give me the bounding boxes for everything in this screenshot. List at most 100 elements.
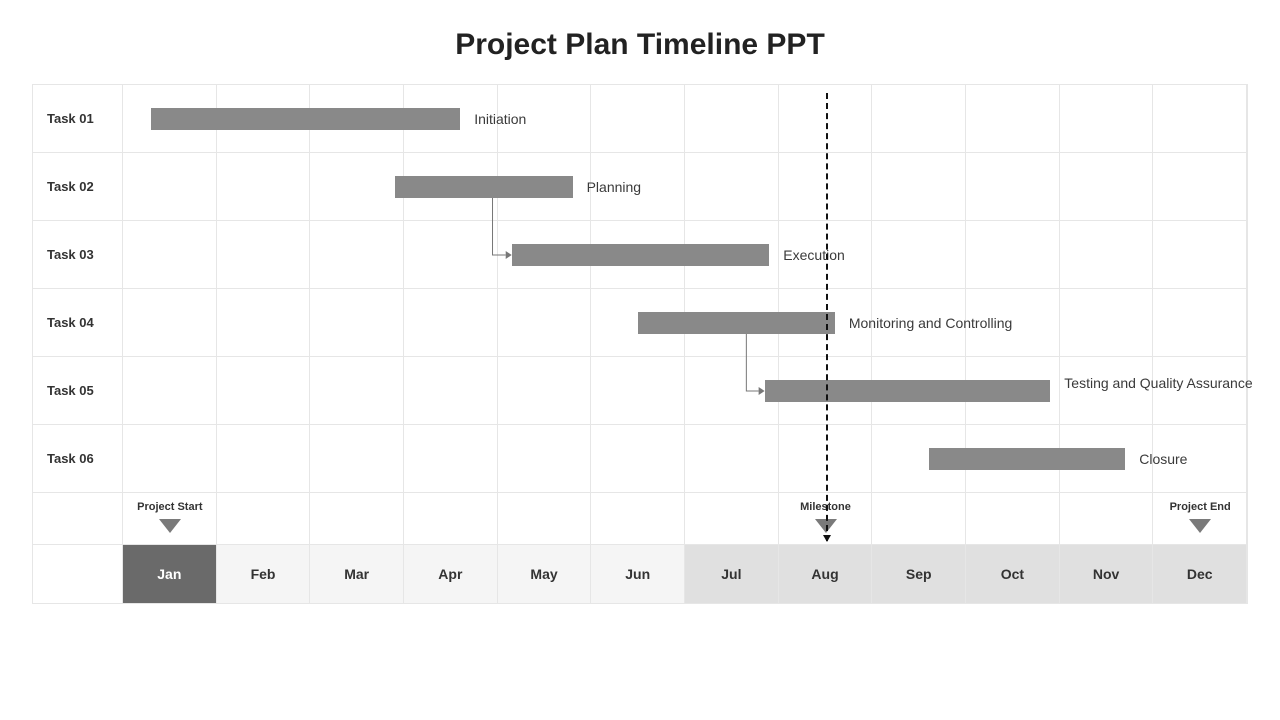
task-row: Task 01 Initiation [33, 85, 1247, 153]
gantt-chart: Task 01 Initiation Task 02 Planning Task 03 E… [32, 84, 1248, 604]
grid-cell [591, 493, 685, 544]
grid-cell [404, 357, 498, 424]
grid-cell [685, 425, 779, 492]
grid-cell [217, 221, 311, 288]
grid-cell [310, 493, 404, 544]
grid-cell [310, 153, 404, 220]
grid-cell [123, 221, 217, 288]
task-bar-label: Initiation [474, 111, 694, 128]
grid-cell [779, 85, 873, 152]
milestone-marker-icon [815, 519, 837, 533]
grid-cell [1060, 289, 1154, 356]
grid-cell [498, 357, 592, 424]
task-bar [151, 108, 460, 130]
grid-cell [1060, 493, 1154, 544]
grid-cell [1153, 221, 1247, 288]
grid-cell [310, 221, 404, 288]
task-bar [638, 312, 835, 334]
grid-cell [1060, 221, 1154, 288]
month-cell: Jul [685, 545, 779, 603]
grid-cell [1060, 85, 1154, 152]
grid-cell [685, 493, 779, 544]
task-row: Task 03 Execution [33, 221, 1247, 289]
grid-cell [310, 357, 404, 424]
row-grid: Planning [123, 153, 1247, 220]
month-cell: Oct [966, 545, 1060, 603]
month-cell: Jan [123, 545, 217, 603]
month-cell: May [498, 545, 592, 603]
task-bar-label: Testing and Quality Assurance [1064, 375, 1280, 392]
milestone-marker-icon [1189, 519, 1211, 533]
grid-cell [872, 493, 966, 544]
month-row-spacer [33, 545, 123, 603]
task-name: Task 05 [33, 357, 123, 424]
row-grid: Initiation [123, 85, 1247, 152]
task-row: Task 06Closure [33, 425, 1247, 493]
month-axis-row: JanFebMarAprMayJunJulAugSepOctNovDec [33, 545, 1247, 603]
grid-cell [217, 289, 311, 356]
grid-cell [217, 493, 311, 544]
month-cell: Feb [217, 545, 311, 603]
month-cell: Sep [872, 545, 966, 603]
task-bar [929, 448, 1126, 470]
row-grid: Monitoring and Controlling [123, 289, 1247, 356]
task-bar [395, 176, 573, 198]
task-name: Task 01 [33, 85, 123, 152]
grid-cell [966, 153, 1060, 220]
task-bar [512, 244, 770, 266]
milestone-grid: Project Start Milestone Project End [123, 493, 1247, 544]
row-grid: Closure [123, 425, 1247, 492]
grid-cell [498, 289, 592, 356]
milestone-row: Project Start Milestone Project End [33, 493, 1247, 545]
grid-cell [217, 153, 311, 220]
task-name: Task 06 [33, 425, 123, 492]
task-bar-label: Closure [1139, 451, 1280, 468]
task-bar [765, 380, 1051, 402]
task-row: Task 04 Monitoring and Controlling [33, 289, 1247, 357]
grid-cell [123, 153, 217, 220]
grid-cell [217, 425, 311, 492]
grid-cell [310, 289, 404, 356]
milestone-row-spacer [33, 493, 123, 544]
grid-cell [685, 85, 779, 152]
grid-cell [1153, 85, 1247, 152]
grid-cell [123, 289, 217, 356]
month-cell: Jun [591, 545, 685, 603]
task-row: Task 05Testing and Quality Assurance [33, 357, 1247, 425]
task-bar-label: Execution [783, 247, 1003, 264]
grid-cell [123, 425, 217, 492]
grid-cell [404, 425, 498, 492]
task-row: Task 02 Planning [33, 153, 1247, 221]
task-name: Task 02 [33, 153, 123, 220]
grid-cell [591, 357, 685, 424]
task-name: Task 04 [33, 289, 123, 356]
grid-cell [1153, 289, 1247, 356]
month-cell: Mar [310, 545, 404, 603]
grid-cell [498, 425, 592, 492]
grid-cell [1153, 153, 1247, 220]
month-cell: Nov [1060, 545, 1154, 603]
month-cell: Dec [1153, 545, 1247, 603]
milestone-label: Project Start [123, 501, 217, 513]
grid-cell [123, 357, 217, 424]
grid-cell [779, 425, 873, 492]
grid-cell [404, 289, 498, 356]
grid-cell [310, 425, 404, 492]
grid-cell [872, 85, 966, 152]
task-name: Task 03 [33, 221, 123, 288]
task-bar-label: Planning [587, 179, 807, 196]
grid-cell [966, 493, 1060, 544]
grid-cell [404, 493, 498, 544]
grid-cell [404, 221, 498, 288]
milestone-label: Project End [1153, 501, 1247, 513]
milestone-marker-icon [159, 519, 181, 533]
row-grid: Testing and Quality Assurance [123, 357, 1247, 424]
grid-cell [872, 153, 966, 220]
grid-cell [217, 357, 311, 424]
month-cell: Apr [404, 545, 498, 603]
month-cells: JanFebMarAprMayJunJulAugSepOctNovDec [123, 545, 1247, 603]
milestone-label: Milestone [779, 501, 873, 513]
grid-cell [591, 425, 685, 492]
page-title: Project Plan Timeline PPT [0, 0, 1280, 84]
task-bar-label: Monitoring and Controlling [849, 315, 1069, 332]
